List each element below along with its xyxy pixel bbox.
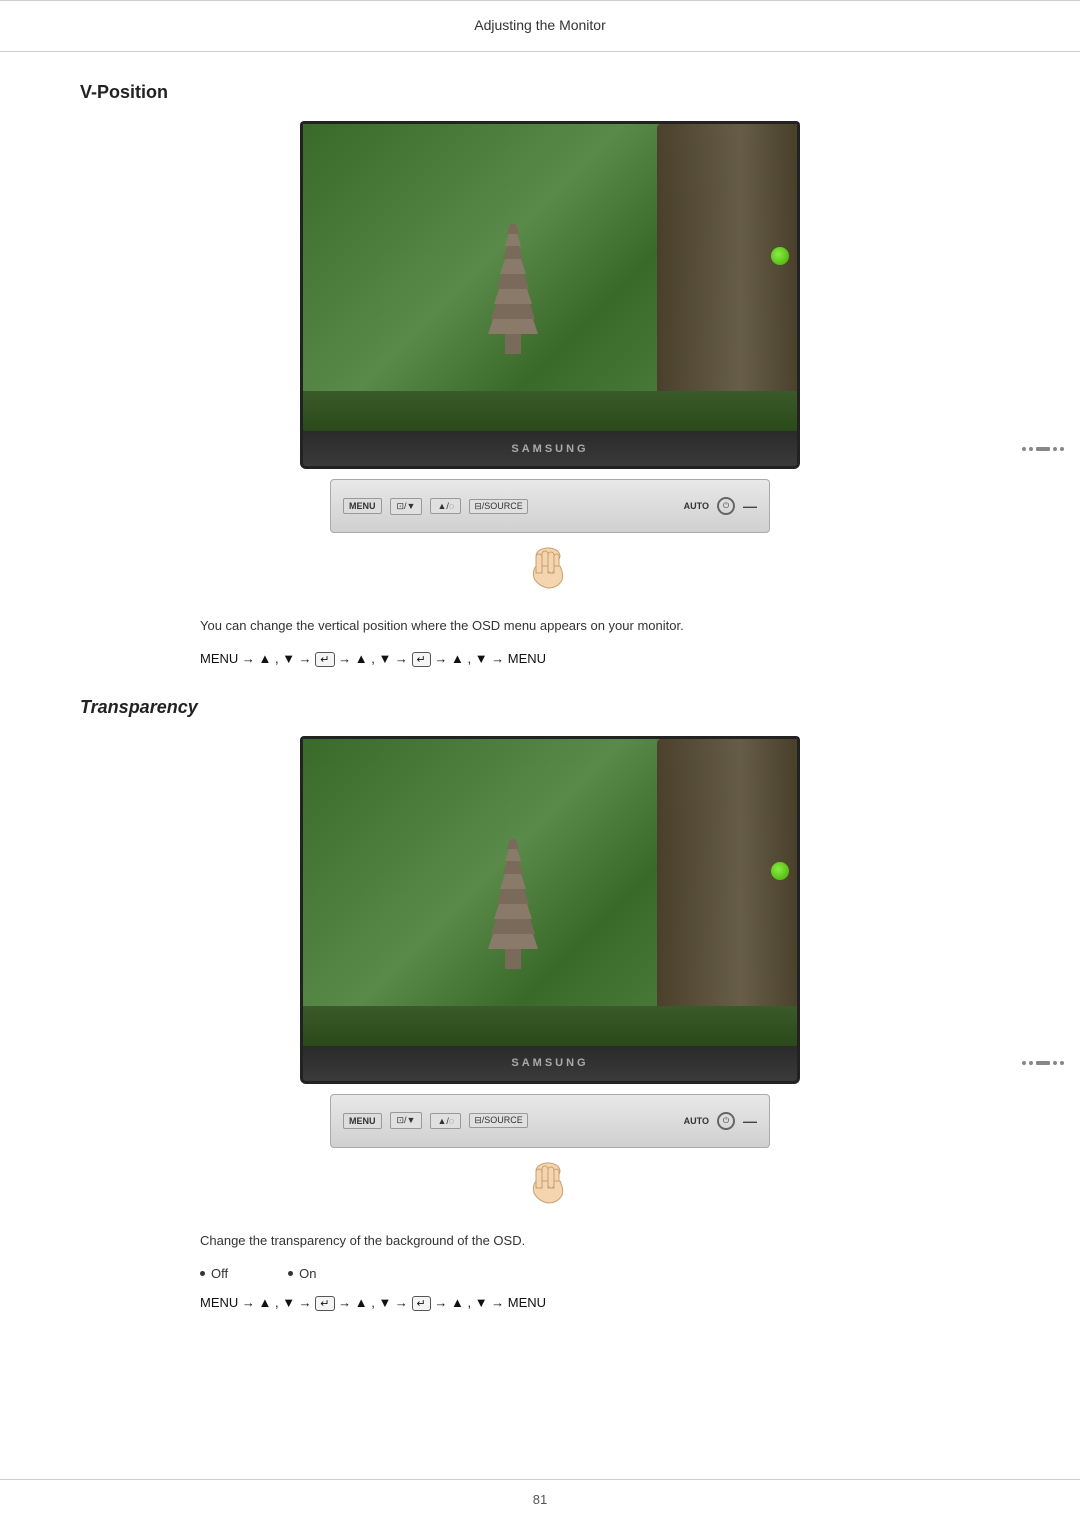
control-panel1-wrapper: MENU ⊡/▼ ▲/◌ ⊟/SOURCE AUTO ⏻ — <box>80 479 1020 533</box>
cp1-btn1: ⊡/▼ <box>390 498 423 515</box>
tree-trunk-right <box>657 124 797 431</box>
cp2-menu: MENU <box>343 1113 382 1129</box>
monitor2-screen <box>300 736 800 1046</box>
monitor1-screen <box>300 121 800 431</box>
control-panel-1: MENU ⊡/▼ ▲/◌ ⊟/SOURCE AUTO ⏻ — <box>330 479 770 533</box>
pagoda-svg-2 <box>483 769 543 969</box>
monitor1-wrapper: SAMSUNG <box>80 121 1020 469</box>
bullet-dot-1 <box>200 1271 205 1276</box>
green-ball-2 <box>771 862 789 880</box>
menu-sequence-2: MENU → ▲ , ▼ → ↵ → ▲ , ▼ → ↵ → ▲ , ▼ → M… <box>200 1295 1020 1311</box>
cp1-menu: MENU <box>343 498 382 514</box>
ctrl-bar <box>1036 447 1050 451</box>
monitor2-bezel: SAMSUNG <box>300 1046 800 1084</box>
cp1-source: ⊟/SOURCE <box>469 499 528 514</box>
pagoda-svg <box>483 154 543 354</box>
cp1-auto: AUTO <box>684 501 709 511</box>
ctrl-dot-6 <box>1029 1061 1033 1065</box>
power-symbol-1: ⏻ <box>723 501 729 511</box>
control-panel2-wrapper: MENU ⊡/▼ ▲/◌ ⊟/SOURCE AUTO ⏻ — <box>80 1094 1020 1148</box>
cp2-btn3: ⊟/SOURCE <box>469 1113 528 1128</box>
kbd-enter-3: ↵ <box>315 1296 334 1311</box>
ctrl-dot-1 <box>1022 447 1026 451</box>
section1-heading: V-Position <box>80 82 1020 103</box>
nature-scene-1 <box>303 124 797 431</box>
ctrl-dot-4 <box>1060 447 1064 451</box>
ctrl-dot-8 <box>1060 1061 1064 1065</box>
hand-area-2 <box>80 1151 1020 1211</box>
monitor2-image: SAMSUNG <box>300 736 800 1084</box>
cp1-minus: — <box>743 498 757 514</box>
cp1-power: ⏻ <box>717 497 735 515</box>
cp2-auto: AUTO <box>684 1116 709 1126</box>
kbd-enter-4: ↵ <box>412 1296 431 1311</box>
bullet-item-off: Off <box>200 1266 228 1281</box>
page-header: Adjusting the Monitor <box>0 7 1080 52</box>
cp2-power: ⏻ <box>717 1112 735 1130</box>
section1-description: You can change the vertical position whe… <box>200 616 1020 637</box>
top-border <box>0 0 1080 1</box>
bullet-dot-2 <box>288 1271 293 1276</box>
green-ball <box>771 247 789 265</box>
ctrl-dot-2 <box>1029 447 1033 451</box>
cp2-source: ⊟/SOURCE <box>469 1113 528 1128</box>
bullet-label-off: Off <box>211 1266 228 1281</box>
ctrl-dot-7 <box>1053 1061 1057 1065</box>
header-title: Adjusting the Monitor <box>474 17 606 33</box>
kbd-enter-2: ↵ <box>412 652 431 667</box>
page-footer: 81 <box>0 1479 1080 1507</box>
monitor-controls-1 <box>1022 447 1064 451</box>
ctrl-dot-3 <box>1053 447 1057 451</box>
hand-svg-1 <box>510 536 590 596</box>
ctrl-bar-2 <box>1036 1061 1050 1065</box>
kbd-enter-1: ↵ <box>315 652 334 667</box>
monitor1-bezel: SAMSUNG <box>300 431 800 469</box>
ctrl-dot-5 <box>1022 1061 1026 1065</box>
monitor2-wrapper: SAMSUNG <box>80 736 1020 1084</box>
ground <box>303 391 797 431</box>
nature-scene-2 <box>303 739 797 1046</box>
samsung-logo-1: SAMSUNG <box>511 443 588 455</box>
cp2-btn1: ⊡/▼ <box>390 1112 423 1129</box>
page-number: 81 <box>533 1492 547 1507</box>
bullet-row: Off On <box>200 1266 1020 1281</box>
cp1-btn3: ⊟/SOURCE <box>469 499 528 514</box>
content-area: V-Position <box>0 52 1080 1381</box>
monitor-controls-2 <box>1022 1061 1064 1065</box>
cp2-minus: — <box>743 1113 757 1129</box>
monitor1-image: SAMSUNG <box>300 121 800 469</box>
samsung-logo-2: SAMSUNG <box>511 1057 588 1069</box>
power-symbol-2: ⏻ <box>723 1116 729 1126</box>
section2-description: Change the transparency of the backgroun… <box>200 1231 1020 1252</box>
hand-area-1 <box>80 536 1020 596</box>
control-panel-2: MENU ⊡/▼ ▲/◌ ⊟/SOURCE AUTO ⏻ — <box>330 1094 770 1148</box>
cp2-btn2: ▲/◌ <box>430 1113 461 1129</box>
tree-trunk-right-2 <box>657 739 797 1046</box>
menu-sequence-1: MENU → ▲ , ▼ → ↵ → ▲ , ▼ → ↵ → ▲ , ▼ → M… <box>200 651 1020 667</box>
bullet-item-on: On <box>288 1266 316 1281</box>
bullet-label-on: On <box>299 1266 316 1281</box>
ground-2 <box>303 1006 797 1046</box>
page-container: Adjusting the Monitor V-Position <box>0 0 1080 1527</box>
cp1-btn2: ▲/◌ <box>430 498 461 514</box>
hand-svg-2 <box>510 1151 590 1211</box>
section2-heading: Transparency <box>80 697 1020 718</box>
